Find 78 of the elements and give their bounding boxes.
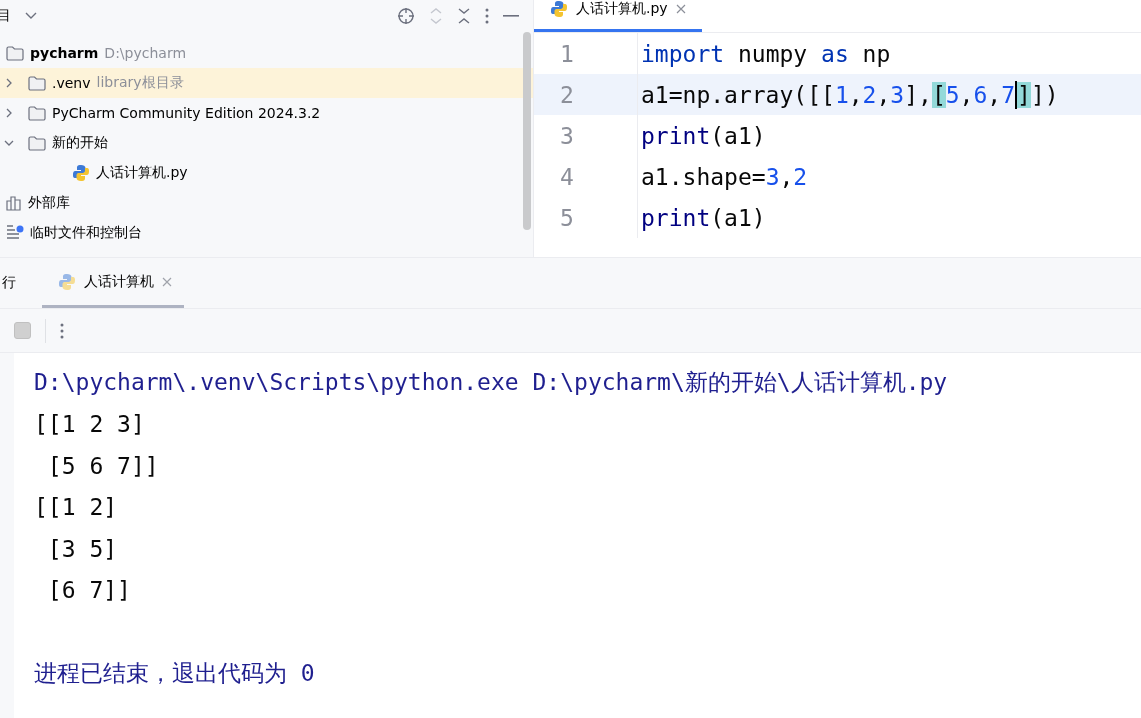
code-token: import	[641, 40, 725, 67]
tree-item-label: 新的开始	[52, 134, 108, 152]
folder-icon	[28, 75, 46, 91]
code-token: 1	[834, 81, 849, 108]
code-token: 6	[973, 81, 988, 108]
more-options-icon[interactable]	[60, 322, 64, 339]
code-token: print	[641, 204, 711, 231]
scratch-file-icon	[6, 225, 24, 241]
tree-row[interactable]: .venv library根目录	[0, 68, 533, 98]
code-token: np	[861, 40, 891, 67]
tree-item-label: pycharm	[30, 45, 99, 61]
chevron-down-icon[interactable]	[25, 12, 37, 20]
tree-item-hint: library根目录	[96, 74, 184, 92]
collapse-all-icon[interactable]	[457, 7, 471, 25]
folder-icon	[6, 45, 24, 61]
folder-icon	[28, 135, 46, 151]
code-token: ,	[876, 81, 891, 108]
code-token: 5	[945, 81, 960, 108]
console-line: [5 6 7]]	[46, 452, 159, 479]
code-token: a1=np.array([[	[641, 81, 835, 108]
panel-title[interactable]: 行	[2, 274, 16, 292]
close-icon[interactable]	[162, 276, 172, 287]
code-token: ])	[1030, 81, 1059, 108]
line-number: 3	[534, 115, 638, 156]
code-token: ]	[1017, 81, 1031, 108]
console-line: 进程已结束，退出代码为 0	[34, 658, 315, 688]
tree-item-label: 外部库	[28, 194, 70, 212]
tree-row[interactable]: pycharm D:\pycharm	[0, 38, 533, 68]
code-token: ],	[904, 81, 932, 108]
code-token: 3	[890, 81, 905, 108]
code-token: [	[931, 81, 946, 108]
code-token: (a1)	[710, 122, 766, 149]
line-number: 4	[534, 156, 638, 197]
tree-item-label: 临时文件和控制台	[30, 224, 142, 242]
more-options-icon[interactable]	[485, 8, 489, 24]
tree-row[interactable]: PyCharm Community Edition 2024.3.2	[0, 98, 533, 128]
python-icon	[550, 0, 568, 18]
python-icon	[72, 164, 90, 182]
code-token: a1.shape=	[641, 163, 766, 190]
console-line: [[1 2 3]	[34, 411, 145, 438]
tree-row[interactable]: 新的开始	[0, 128, 533, 158]
text-caret	[1015, 80, 1018, 109]
scrollbar[interactable]	[523, 32, 531, 230]
console-line: [6 7]]	[46, 577, 131, 604]
close-icon[interactable]	[675, 3, 686, 14]
python-icon	[58, 272, 76, 291]
tree-item-label: .venv	[52, 75, 91, 91]
chevron-right-icon[interactable]	[4, 78, 14, 88]
code-token: ,	[848, 81, 863, 108]
chevron-right-icon[interactable]	[4, 108, 14, 118]
console-line: [3 5]	[46, 535, 118, 562]
code-token: (a1)	[710, 204, 766, 231]
run-tab[interactable]: 人话计算机	[42, 258, 184, 308]
code-token: 3	[765, 163, 780, 190]
code-token: ,	[987, 81, 1002, 108]
code-token: print	[641, 122, 711, 149]
console-line: D:\pycharm\.venv\Scripts\python.exe D:\pycharm\新的开始\人话计算机.py	[34, 368, 948, 398]
folder-icon	[28, 105, 46, 121]
console-line: [[1 2]	[34, 494, 118, 521]
library-icon	[6, 195, 22, 211]
chevron-down-icon[interactable]	[4, 138, 14, 148]
tree-row[interactable]: 外部库	[0, 188, 533, 218]
line-number: 2	[534, 74, 638, 115]
tree-item-label: PyCharm Community Edition 2024.3.2	[52, 105, 321, 121]
tree-row[interactable]: 临时文件和控制台	[0, 218, 533, 248]
code-token: 7	[1001, 81, 1016, 108]
locate-icon[interactable]	[397, 7, 415, 25]
file-tab[interactable]: 人话计算机.py	[534, 0, 702, 32]
code-token: ,	[779, 163, 794, 190]
tree-item-label: 人话计算机.py	[96, 164, 188, 182]
code-token: ,	[959, 81, 974, 108]
code-token: 2	[793, 163, 808, 190]
tree-row[interactable]: 人话计算机.py	[0, 158, 533, 188]
code-token: as	[821, 40, 849, 67]
tree-item-hint: D:\pycharm	[104, 45, 187, 61]
code-token: numpy	[736, 40, 809, 67]
line-number: 5	[534, 197, 638, 238]
code-token: 2	[862, 81, 877, 108]
